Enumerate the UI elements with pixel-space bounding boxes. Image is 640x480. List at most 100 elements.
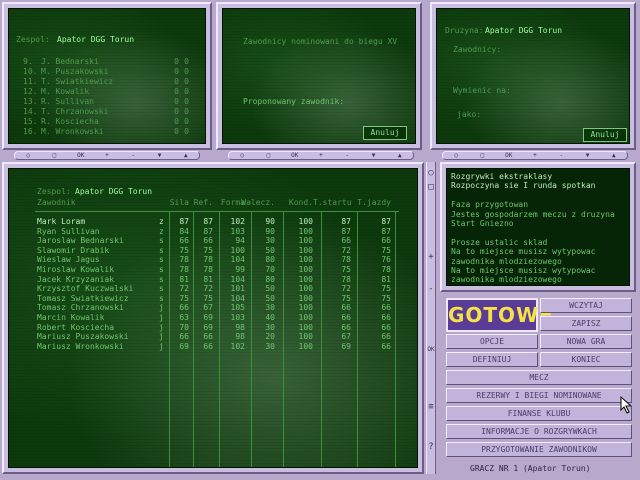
quit-button[interactable]: KONIEC [540,352,632,367]
stat-cell: 78 [203,265,213,274]
rider-number: 16. [23,127,38,136]
stat-cell: 78 [341,255,351,265]
stat-cell: 75 [381,245,391,255]
stat-cell: 100 [298,226,313,236]
stat-cell: 75 [203,293,213,303]
panel1-down-icon[interactable]: ▼ [156,152,164,159]
panel2-minus-button[interactable]: - [343,152,351,159]
panel1-plus-button[interactable]: + [103,152,111,159]
panel3-down-icon[interactable]: ▼ [584,152,592,159]
stat-cell: 100 [298,255,313,265]
stat-cell: 20 [265,332,275,342]
stat-cell: 76 [381,255,391,265]
finances-button[interactable]: FINANSE KLUBU [446,406,632,421]
stat-cell: 75 [203,245,213,255]
stat-cell: 66 [381,332,391,342]
stat-cell: 102 [230,217,245,226]
panel3-ok-button[interactable]: OK [505,152,513,159]
nominations-title: Zawodnicy nominowani do biegu XV [243,37,398,46]
stat-cell: 66 [381,303,391,313]
panel2-circle-icon[interactable]: ○ [238,152,246,159]
stat-cell: 100 [230,245,245,255]
stat-cell: 87 [341,226,351,236]
rider-name: Ryan Sullivan [37,226,100,236]
substitution-cancel-button[interactable]: Anuluj [583,128,627,142]
side-circle-icon[interactable]: ○ [427,168,435,178]
side-help-button[interactable]: ? [427,442,435,452]
rider-number: 12. [23,87,38,96]
column-divider [395,211,396,467]
panel2-window-icon[interactable]: □ [264,152,272,159]
side-scroll-icon[interactable]: ≡ [427,402,435,412]
stat-cell: 66 [381,341,391,351]
stat-cell: 100 [298,332,313,342]
panel2-up-icon[interactable]: ▲ [396,152,404,159]
rider-name: Krzysztof Kuczwalski [37,284,134,294]
side-minus-button[interactable]: - [427,284,435,294]
side-window-icon[interactable]: □ [427,182,435,192]
load-button[interactable]: WCZYTAJ [540,298,632,313]
rider-number: 14. [23,107,38,116]
panel3-plus-button[interactable]: + [531,152,539,159]
panel1-up-icon[interactable]: ▲ [182,152,190,159]
stat-cell: 98 [235,332,245,342]
rider-value-b: 0 [184,77,189,86]
rider-number: 13. [23,97,38,106]
stat-cell: 66 [381,322,391,332]
panel1-circle-icon[interactable]: ○ [24,152,32,159]
match-button[interactable]: MECZ [446,370,632,385]
panel3-circle-icon[interactable]: ○ [452,152,460,159]
squad-table-panel: Zespol: Apator DGG Torun Zawodnik Sila Ref… [2,162,424,474]
panel1-minus-button[interactable]: - [129,152,137,159]
options-button[interactable]: OPCJE [446,334,538,349]
info-line: Faza przygotowan [451,200,529,210]
new-game-button[interactable]: NOWA GRA [540,334,632,349]
stat-cell: 69 [203,322,213,332]
league-info-button[interactable]: INFORMACJE O ROZGRYWKACH [446,424,632,439]
stat-cell: 50 [265,245,275,255]
info-line: Start Gniezno [451,219,514,228]
panel3-minus-button[interactable]: - [557,152,565,159]
stat-cell: 66 [341,236,351,246]
as-label: jako: [457,110,482,119]
stat-cell: 102 [230,341,245,351]
substitution-screen: Druzyna: Apator DGG Torun Zawodnicy: Wym… [436,8,630,144]
panel2-down-icon[interactable]: ▼ [370,152,378,159]
stat-cell: 87 [341,217,351,226]
define-button[interactable]: DEFINIUJ [446,352,538,367]
stat-cell: 101 [230,284,245,294]
rider-value-b: 0 [184,107,189,116]
panel2-ok-button[interactable]: OK [291,152,299,159]
stat-cell: 30 [265,236,275,246]
panel3-up-icon[interactable]: ▲ [610,152,618,159]
save-button[interactable]: ZAPISZ [540,316,632,331]
panel3-window-icon[interactable]: □ [478,152,486,159]
stat-cell: 69 [341,341,351,351]
ready-button[interactable]: GOTOWE [446,298,553,332]
team-label: Zespol: [16,35,50,44]
stat-cell: 87 [203,217,213,226]
team-riders-screen: Zespol: Apator DGG Torun 9. J. Bednarski 0… [8,8,206,144]
info-line: Na to miejsce musisz wytypowac [451,266,596,275]
squad-table-screen: Zespol: Apator DGG Torun Zawodnik Sila Ref… [8,168,418,468]
stat-cell: 66 [203,236,213,246]
side-ok-button[interactable]: OK [427,346,435,353]
column-header: T.jazdy [357,198,391,207]
panel1-window-icon[interactable]: □ [50,152,58,159]
column-header: Walecz. [241,198,275,207]
stat-cell: 100 [298,341,313,351]
side-plus-button[interactable]: + [427,252,435,262]
reserves-button[interactable]: REZERWY I BIEGI NOMINOWANE [446,388,632,403]
rider-preparation-button[interactable]: PRZYGOTOWANIE ZAWODNIKOW [446,442,632,457]
squad-team-name: Apator DGG Torun [75,187,153,196]
stat-cell: 103 [230,313,245,322]
rider-name: Miroslaw Kowalik [37,265,115,274]
nominations-cancel-button[interactable]: Anuluj [363,126,407,140]
team-riders-panel: Zespol: Apator DGG Torun 9. J. Bednarski 0… [2,2,212,150]
panel2-controls: ○ □ OK + - ▼ ▲ [228,151,414,160]
panel2-plus-button[interactable]: + [317,152,325,159]
column-divider [357,211,358,467]
panel1-ok-button[interactable]: OK [77,152,85,159]
rider-value-a: 0 [174,97,179,106]
rider-name: M. Puszakowski [41,67,109,76]
